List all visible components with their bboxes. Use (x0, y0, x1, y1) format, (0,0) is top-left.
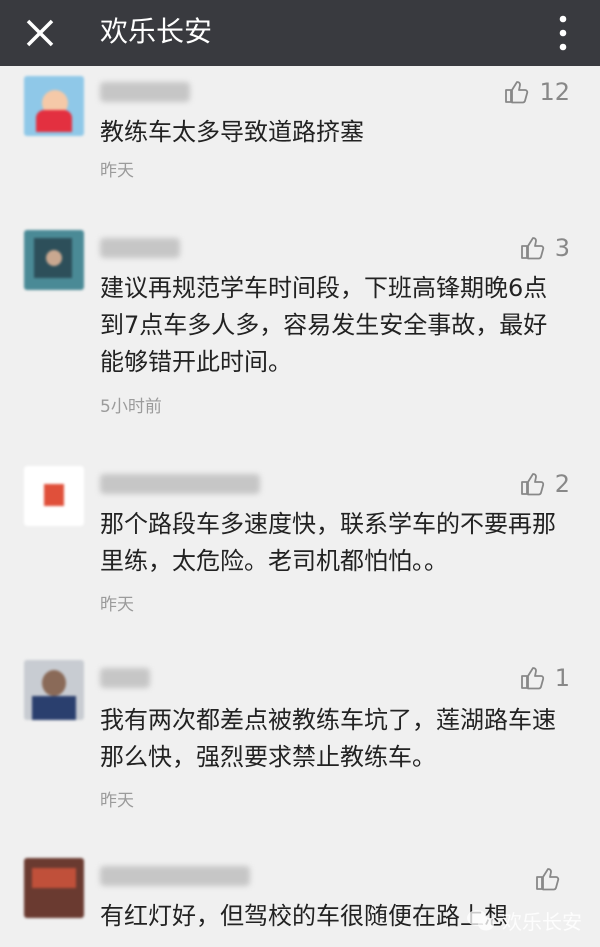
thumbs-up-icon (520, 667, 544, 690)
comment-text: 我有两次都差点被教练车坑了，莲湖路车速那么快，强烈要求禁止教练车。 (100, 706, 556, 771)
like-count: 12 (539, 78, 570, 106)
page-title: 欢乐长安 (100, 15, 213, 48)
thumbs-up-icon (520, 237, 544, 260)
like-count: 2 (554, 470, 570, 498)
avatar[interactable] (24, 76, 84, 136)
watermark: 欢乐长安 (466, 906, 582, 935)
commenter-name (100, 866, 250, 886)
top-bar: 欢乐长安 (0, 0, 600, 66)
close-icon[interactable] (22, 15, 58, 51)
comment-time: 昨天 (100, 791, 134, 811)
comment-time: 昨天 (100, 161, 134, 181)
commenter-name (100, 668, 150, 688)
like-button[interactable]: 1 (519, 664, 570, 692)
commenter-name (100, 474, 260, 494)
avatar[interactable] (24, 660, 84, 720)
thumbs-up-icon (536, 868, 560, 891)
like-button[interactable]: 2 (519, 470, 570, 498)
avatar[interactable] (24, 230, 84, 290)
like-button[interactable] (534, 866, 570, 892)
avatar[interactable] (24, 858, 84, 918)
watermark-text: 欢乐长安 (502, 910, 582, 934)
commenter-name (100, 238, 180, 258)
commenter-name (100, 82, 190, 102)
comment-text: 那个路段车多速度快，联系学车的不要再那里练，太危险。老司机都怕怕。。 (100, 510, 556, 575)
like-button[interactable]: 3 (519, 234, 570, 262)
thumbs-up-icon (505, 81, 529, 104)
wechat-icon (467, 909, 494, 930)
like-count: 3 (554, 234, 570, 262)
comment-text: 教练车太多导致道路挤塞 (100, 118, 364, 146)
like-button[interactable]: 12 (503, 78, 570, 106)
avatar[interactable] (24, 466, 84, 526)
more-vertical-icon[interactable] (556, 14, 570, 52)
thumbs-up-icon (520, 473, 544, 496)
like-count: 1 (554, 664, 570, 692)
comment-time: 昨天 (100, 595, 134, 615)
comment-text: 建议再规范学车时间段，下班高锋期晚6点到7点车多人多，容易发生安全事故，最好能够… (100, 274, 548, 376)
comment-time: 5小时前 (100, 397, 162, 417)
